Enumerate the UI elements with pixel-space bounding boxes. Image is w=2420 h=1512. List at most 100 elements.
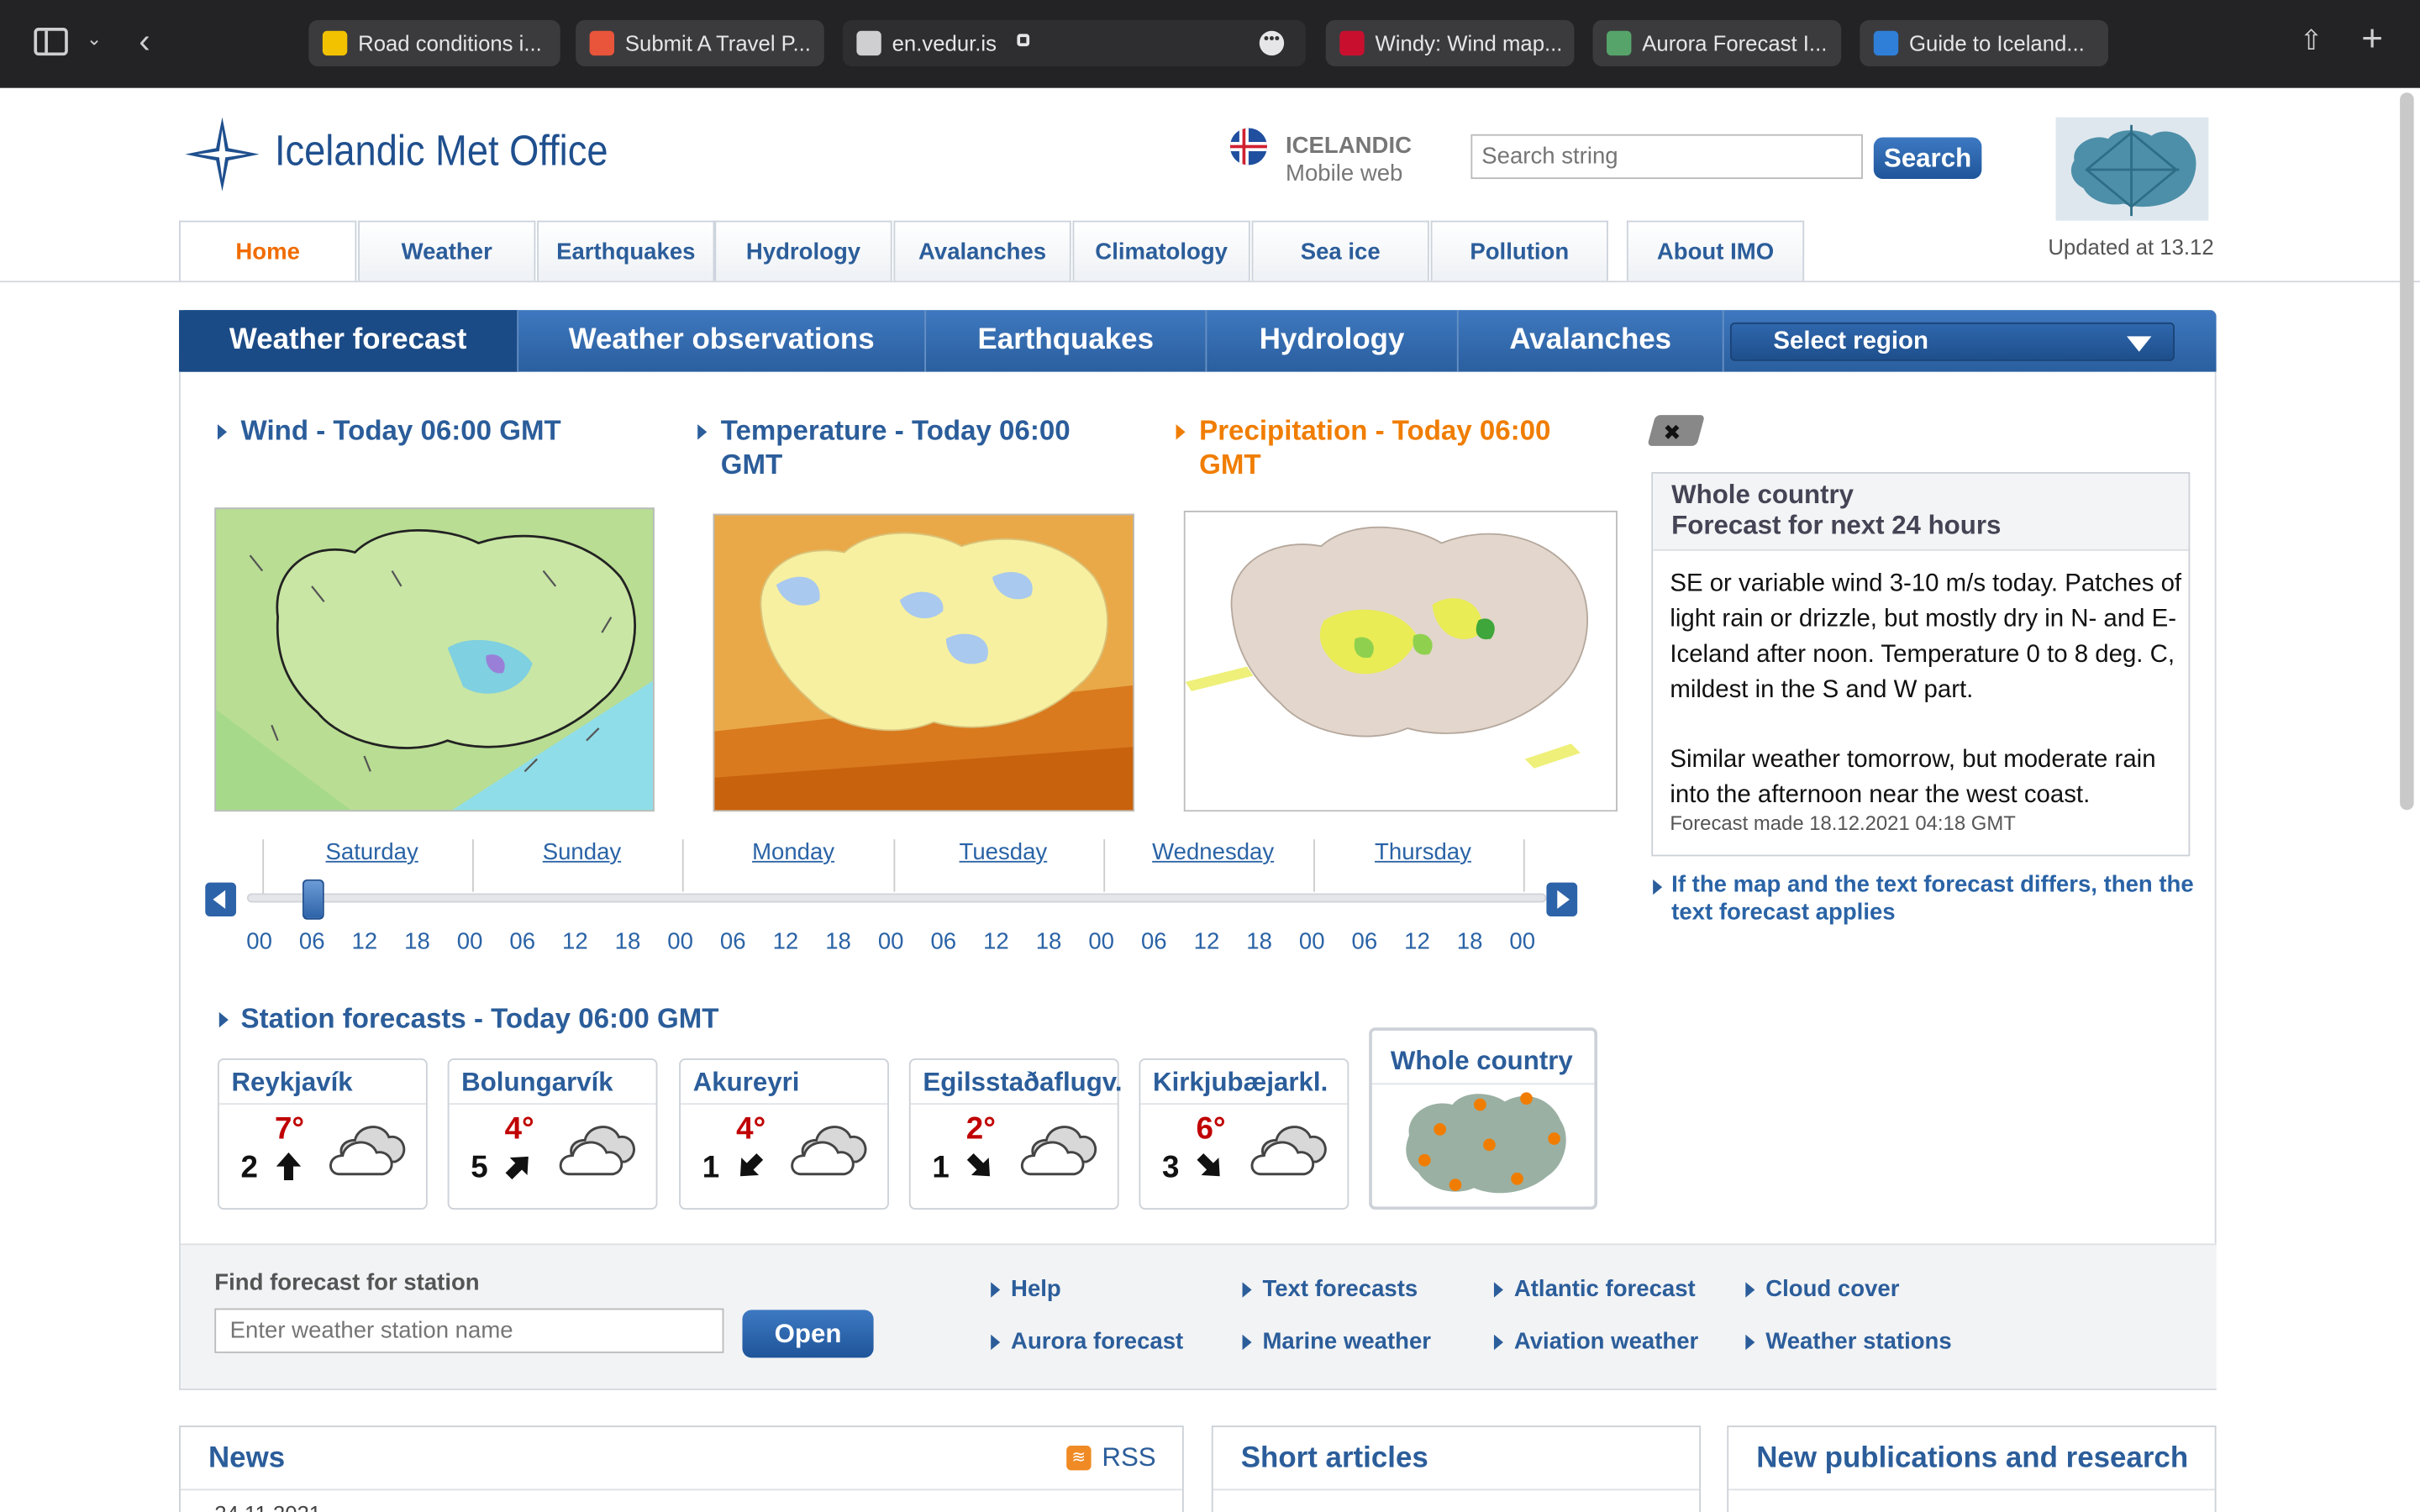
browser-tab[interactable]: Road conditions i... <box>308 19 560 66</box>
share-icon[interactable]: ⇧ <box>2300 24 2323 57</box>
quick-link-cloud-cover[interactable]: Cloud cover <box>1745 1276 1899 1302</box>
hour-tick[interactable]: 00 <box>1507 929 1538 955</box>
publications-heading[interactable]: New publications and research <box>1756 1442 2188 1476</box>
station-card[interactable]: Kirkjubæjarkl. 6° 3 <box>1139 1058 1349 1210</box>
quick-link-atlantic-forecast[interactable]: Atlantic forecast <box>1493 1276 1696 1302</box>
sidebar-toggle-icon[interactable] <box>34 28 68 56</box>
station-search-input[interactable] <box>214 1308 724 1353</box>
hour-tick[interactable]: 18 <box>1244 929 1275 955</box>
site-logo[interactable]: Icelandic Met Office <box>182 114 645 195</box>
hour-tick[interactable]: 12 <box>1192 929 1223 955</box>
day-link[interactable]: Thursday <box>1361 839 1485 865</box>
rss-link[interactable]: RSS <box>1102 1442 1155 1473</box>
day-link[interactable]: Tuesday <box>941 839 1065 865</box>
hour-tick[interactable]: 18 <box>1034 929 1065 955</box>
region-select[interactable]: Select region <box>1729 322 2175 361</box>
nav-climatology[interactable]: Climatology <box>1072 220 1250 281</box>
day-link[interactable]: Sunday <box>520 839 644 865</box>
hour-tick[interactable]: 06 <box>928 929 959 955</box>
wind-map[interactable] <box>214 507 655 812</box>
temperature-map[interactable] <box>713 513 1135 812</box>
hour-tick[interactable]: 12 <box>1402 929 1433 955</box>
page-scrollbar[interactable] <box>2400 92 2414 811</box>
tab-avalanches[interactable]: Avalanches <box>1459 310 1724 372</box>
hour-tick[interactable]: 18 <box>1455 929 1486 955</box>
nav-hydrology[interactable]: Hydrology <box>714 220 892 281</box>
hour-tick[interactable]: 00 <box>244 929 275 955</box>
browser-tab[interactable]: Windy: Wind map... <box>1325 19 1575 66</box>
nav-about-imo[interactable]: About IMO <box>1626 220 1805 281</box>
quick-link-text-forecasts[interactable]: Text forecasts <box>1242 1276 1418 1302</box>
hour-tick[interactable]: 00 <box>665 929 696 955</box>
hour-tick[interactable]: 06 <box>297 929 328 955</box>
back-icon[interactable]: ‹ <box>139 22 150 62</box>
nav-pollution[interactable]: Pollution <box>1430 220 1608 281</box>
nav-avalanches[interactable]: Avalanches <box>893 220 1071 281</box>
hour-tick[interactable]: 12 <box>349 929 380 955</box>
play-animation-icon[interactable]: ✖ <box>1647 415 1706 446</box>
hour-tick[interactable]: 06 <box>718 929 749 955</box>
quick-link-weather-stations[interactable]: Weather stations <box>1745 1328 1952 1355</box>
chevron-down-icon[interactable]: ⌄ <box>87 28 102 50</box>
hour-tick[interactable]: 18 <box>402 929 433 955</box>
station-card[interactable]: Akureyri 4° 1 <box>679 1058 889 1210</box>
tab-weather-forecast[interactable]: Weather forecast <box>179 310 519 372</box>
temp-map-title[interactable]: Temperature - Today 06:00 <box>721 413 1071 447</box>
forecast-note-link[interactable]: If the map and the text forecast differs… <box>1671 872 2196 927</box>
browser-tab[interactable]: Guide to Iceland... <box>1860 19 2108 66</box>
hour-tick[interactable]: 06 <box>507 929 538 955</box>
open-button[interactable]: Open <box>742 1310 874 1358</box>
hour-tick[interactable]: 12 <box>981 929 1012 955</box>
language-switch[interactable]: ICELANDIC Mobile web <box>1229 127 1446 188</box>
temp-map-title-2[interactable]: GMT <box>721 448 782 481</box>
hour-tick[interactable]: 00 <box>455 929 486 955</box>
whole-country-card[interactable]: Whole country <box>1369 1027 1598 1210</box>
day-link[interactable]: Monday <box>732 839 855 865</box>
new-tab-icon[interactable]: + <box>2361 18 2383 61</box>
browser-tab[interactable]: Aurora Forecast I... <box>1592 19 1842 66</box>
quick-link-aurora-forecast[interactable]: Aurora forecast <box>991 1328 1183 1355</box>
hour-tick[interactable]: 18 <box>823 929 854 955</box>
day-link[interactable]: Saturday <box>310 839 434 865</box>
station-card[interactable]: Reykjavík 7° 2 <box>217 1058 428 1210</box>
rss-icon[interactable]: ≋ <box>1066 1446 1092 1471</box>
hour-tick[interactable]: 06 <box>1349 929 1380 955</box>
hour-tick[interactable]: 06 <box>1139 929 1170 955</box>
news-heading[interactable]: News <box>208 1442 285 1476</box>
browser-tab[interactable]: Submit A Travel P... <box>576 19 824 66</box>
quick-link-aviation-weather[interactable]: Aviation weather <box>1493 1328 1698 1355</box>
tab-earthquakes[interactable]: Earthquakes <box>926 310 1207 372</box>
timeline-prev-button[interactable] <box>205 882 237 917</box>
nav-earthquakes[interactable]: Earthquakes <box>537 220 715 281</box>
quick-link-help[interactable]: Help <box>991 1276 1061 1302</box>
station-card[interactable]: Egilsstaðaflugv. 2° 1 <box>908 1058 1123 1210</box>
tab-weather-observations[interactable]: Weather observations <box>518 310 927 372</box>
search-button[interactable]: Search <box>1873 137 1982 180</box>
more-options-icon[interactable]: ••• <box>1259 30 1285 56</box>
wind-map-title[interactable]: Wind - Today 06:00 GMT <box>241 413 561 447</box>
hour-tick[interactable]: 12 <box>560 929 591 955</box>
hour-tick[interactable]: 00 <box>876 929 907 955</box>
nav-weather[interactable]: Weather <box>358 220 536 281</box>
short-articles-heading[interactable]: Short articles <box>1241 1442 1428 1476</box>
station-forecasts-title[interactable]: Station forecasts - Today 06:00 GMT <box>241 1001 719 1035</box>
timeline-next-button[interactable] <box>1546 882 1578 917</box>
precip-map-title-2[interactable]: GMT <box>1199 448 1260 481</box>
hour-tick[interactable]: 00 <box>1086 929 1117 955</box>
nav-home[interactable]: Home <box>179 220 357 281</box>
precip-map-title[interactable]: Precipitation - Today 06:00 <box>1199 413 1550 447</box>
timeline-handle[interactable] <box>302 879 324 920</box>
hour-tick[interactable]: 12 <box>771 929 802 955</box>
day-link[interactable]: Wednesday <box>1151 839 1275 865</box>
hour-tick[interactable]: 00 <box>1297 929 1328 955</box>
nav-sea-ice[interactable]: Sea ice <box>1251 220 1429 281</box>
station-card[interactable]: Bolungarvík 4° 5 <box>447 1058 658 1210</box>
hour-tick[interactable]: 18 <box>613 929 644 955</box>
browser-tab[interactable]: en.vedur.is ••• <box>842 19 1306 66</box>
quick-link-marine-weather[interactable]: Marine weather <box>1242 1328 1431 1355</box>
tab-hydrology[interactable]: Hydrology <box>1207 310 1459 372</box>
search-input[interactable] <box>1470 134 1863 180</box>
timeline-track[interactable] <box>246 893 1547 903</box>
iceland-thumbnail-map[interactable] <box>2055 117 2209 221</box>
precipitation-map[interactable] <box>1183 510 1618 812</box>
